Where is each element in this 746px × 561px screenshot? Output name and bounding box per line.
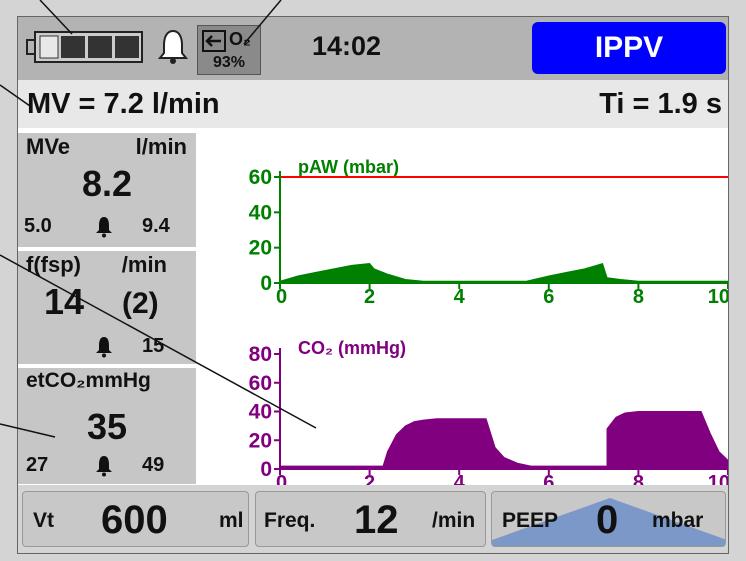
co2-x-tick-label: 8	[633, 472, 644, 485]
alarm-bell-icon	[96, 456, 112, 477]
etco2-unit: mmHg	[85, 369, 151, 392]
o2-supply-icon	[202, 30, 226, 52]
co2-x-tick-label: 6	[543, 472, 554, 485]
freq-value: 14	[44, 281, 85, 322]
etco2-value: 35	[86, 406, 128, 447]
clock: 14:02	[312, 31, 382, 61]
co2-y-tick-label: 40	[249, 401, 272, 424]
waveform-charts: pAW (mbar)02040600 2 4 6 8 10CO₂ (mmHg)020406…	[249, 157, 729, 485]
bell-icon[interactable]	[158, 29, 188, 65]
paw-y-tick-label: 60	[249, 166, 272, 189]
vt-value: 600	[101, 498, 168, 542]
mve-label: MVe	[26, 134, 71, 159]
co2-x-tick-label: 4	[454, 472, 466, 485]
minute-volume-text: MV = 7.2 l/min	[27, 88, 220, 120]
co2-waveform	[279, 411, 728, 470]
mve-unit: l/min	[135, 134, 187, 159]
freq-unit: /min	[121, 252, 167, 277]
paw-waveform	[279, 262, 728, 284]
paw-chart-title: pAW (mbar)	[298, 157, 399, 177]
paw-x-tick-label: 6	[543, 286, 554, 308]
freq-setting-label: Freq.	[264, 509, 316, 532]
freq-setting-button[interactable]: Freq. 12 /min	[255, 491, 486, 547]
peep-setting-button[interactable]: PEEP 0 mbar	[491, 491, 726, 547]
mve-panel[interactable]: MVe l/min 8.2 5.0 9.4	[18, 133, 196, 247]
co2-y-tick-label: 60	[249, 372, 272, 395]
peep-value: 0	[596, 498, 619, 542]
paw-x-tick-label: 0	[276, 286, 287, 308]
co2-x-tick-label: 10	[708, 472, 729, 485]
info-bar: MV = 7.2 l/min Ti = 1.9 s	[18, 80, 728, 128]
mve-low-limit: 5.0	[24, 215, 52, 237]
etco2-panel[interactable]: etCO₂mmHg 35 27 49	[18, 368, 196, 484]
freq-label: f(fsp)	[26, 252, 81, 277]
ventilator-screen: O₂ 93% 14:02 IPPV MV = 7.2 l/min Ti = 1.…	[17, 16, 729, 554]
mve-high-limit: 9.4	[142, 215, 170, 237]
freq-setting-unit: /min	[432, 509, 476, 532]
freq-spont-value: (2)	[122, 287, 159, 320]
paw-x-tick-label: 2	[364, 286, 375, 308]
frequency-panel[interactable]: f(fsp) /min 14 (2) 15	[18, 251, 196, 364]
alarm-bell-icon	[96, 337, 112, 358]
vt-unit: ml	[219, 509, 244, 532]
freq-high-limit: 15	[142, 335, 165, 357]
settings-bar: Vt 600 ml Freq. 12 /min PEEP 0 mbar	[18, 485, 728, 553]
vt-setting-button[interactable]: Vt 600 ml	[22, 491, 249, 547]
paw-y-tick-label: 20	[249, 237, 272, 260]
alarm-bell-icon	[96, 217, 112, 238]
mve-value: 8.2	[81, 163, 133, 204]
co2-x-tick-label: 0	[276, 472, 287, 485]
paw-y-tick-label: 40	[249, 201, 272, 224]
peep-unit: mbar	[652, 509, 704, 532]
co2-chart-title: CO₂ (mmHg)	[298, 338, 406, 358]
paw-x-tick-label: 10	[708, 286, 729, 308]
co2-y-tick-label: 20	[249, 429, 272, 452]
mode-button[interactable]: IPPV	[532, 22, 726, 74]
o2-percent: 93%	[212, 54, 246, 71]
co2-x-tick-label: 2	[364, 472, 375, 485]
battery-icon	[26, 31, 143, 63]
peep-label: PEEP	[502, 509, 559, 532]
o2-label: O₂	[229, 29, 251, 49]
etco2-label: etCO₂	[26, 369, 86, 392]
freq-setting-value: 12	[354, 498, 399, 542]
o2-status: O₂ 93%	[197, 25, 261, 75]
paw-x-tick-label: 4	[454, 286, 466, 308]
etco2-low-limit: 27	[26, 454, 49, 476]
etco2-high-limit: 49	[142, 454, 165, 476]
co2-y-tick-label: 0	[260, 458, 272, 481]
paw-x-tick-label: 8	[633, 286, 644, 308]
status-bar: O₂ 93% 14:02 IPPV	[18, 17, 728, 80]
vt-label: Vt	[33, 509, 54, 532]
inspiration-time-text: Ti = 1.9 s	[599, 88, 722, 120]
paw-y-tick-label: 0	[260, 272, 272, 295]
co2-y-tick-label: 80	[249, 343, 272, 366]
